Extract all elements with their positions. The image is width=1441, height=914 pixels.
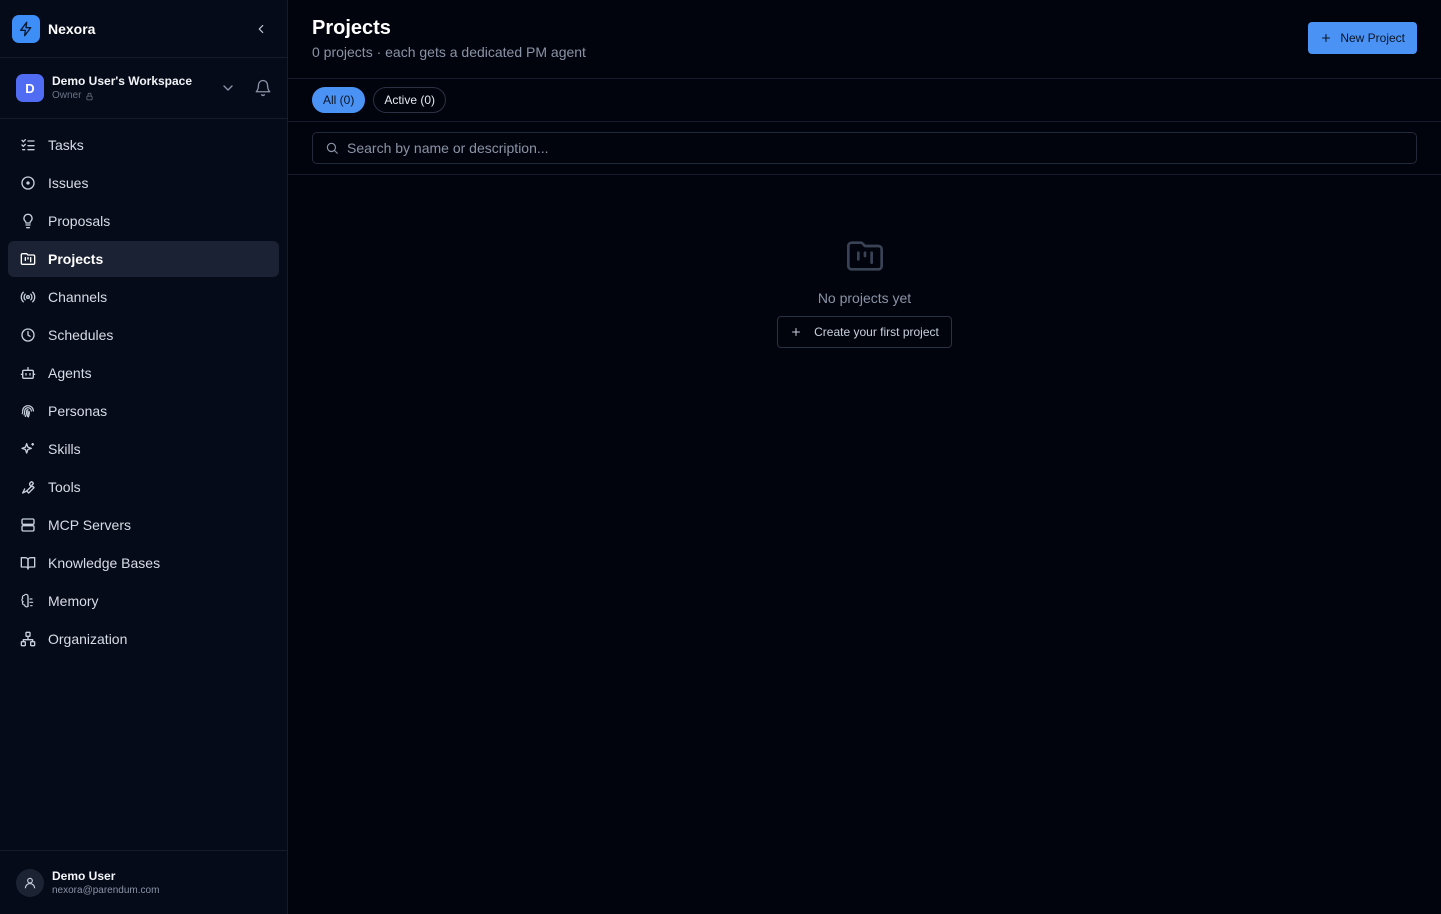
user-profile[interactable]: Demo User nexora@parendum.com bbox=[0, 850, 287, 914]
workspace-avatar: D bbox=[16, 74, 44, 102]
workspace-role-row: Owner bbox=[52, 89, 192, 103]
sidebar-item-label: Schedules bbox=[48, 327, 114, 343]
sidebar-item-schedules[interactable]: Schedules bbox=[8, 317, 279, 353]
search-bar bbox=[288, 122, 1441, 175]
sidebar-item-label: Organization bbox=[48, 631, 128, 647]
create-first-project-label: Create your first project bbox=[814, 325, 939, 339]
radio-icon bbox=[20, 289, 36, 305]
sidebar-item-organization[interactable]: Organization bbox=[8, 621, 279, 657]
workspace-role: Owner bbox=[52, 90, 82, 101]
sidebar-item-label: Skills bbox=[48, 441, 81, 457]
sidebar-item-mcp-servers[interactable]: MCP Servers bbox=[8, 507, 279, 543]
sidebar-nav: Tasks Issues Proposals Projects Channels… bbox=[0, 119, 287, 667]
workspace-switcher[interactable]: D Demo User's Workspace Owner bbox=[0, 58, 287, 119]
user-name: Demo User bbox=[52, 868, 116, 883]
chevron-down-icon[interactable] bbox=[220, 80, 236, 96]
folder-kanban-icon bbox=[846, 241, 883, 271]
sidebar-item-label: Proposals bbox=[48, 213, 111, 229]
sidebar-item-knowledge-bases[interactable]: Knowledge Bases bbox=[8, 545, 279, 581]
empty-state-text: No projects yet bbox=[817, 290, 912, 306]
issues-icon bbox=[20, 175, 36, 191]
sidebar-item-tasks[interactable]: Tasks bbox=[8, 127, 279, 163]
filter-tabs: All (0) Active (0) bbox=[288, 79, 1441, 122]
tasks-icon bbox=[20, 137, 36, 153]
tab-all[interactable]: All (0) bbox=[312, 87, 366, 113]
sidebar-item-label: MCP Servers bbox=[48, 517, 131, 533]
new-project-label: New Project bbox=[1340, 31, 1405, 45]
sidebar-item-tools[interactable]: Tools bbox=[8, 469, 279, 505]
user-icon bbox=[24, 877, 36, 888]
plus-icon bbox=[1322, 33, 1331, 43]
bell-icon[interactable] bbox=[254, 79, 272, 97]
folder-kanban-icon bbox=[20, 251, 36, 267]
sidebar-item-skills[interactable]: Skills bbox=[8, 431, 279, 467]
page-title: Projects bbox=[312, 17, 391, 39]
sidebar: Nexora D Demo User's Workspace Owner Tas… bbox=[0, 0, 288, 914]
brand-header: Nexora bbox=[0, 0, 287, 58]
sidebar-item-label: Memory bbox=[48, 593, 99, 609]
page-header: Projects 0 projects · each gets a dedica… bbox=[288, 0, 1441, 79]
org-chart-icon bbox=[20, 631, 36, 647]
sidebar-item-label: Projects bbox=[48, 251, 104, 267]
page-subtitle: 0 projects · each gets a dedicated PM ag… bbox=[312, 44, 586, 60]
sidebar-item-agents[interactable]: Agents bbox=[8, 355, 279, 391]
main-content: Projects 0 projects · each gets a dedica… bbox=[288, 0, 1441, 914]
sidebar-item-label: Issues bbox=[48, 175, 89, 191]
sidebar-item-proposals[interactable]: Proposals bbox=[8, 203, 279, 239]
collapse-sidebar-button[interactable] bbox=[251, 19, 271, 39]
user-email: nexora@parendum.com bbox=[52, 884, 160, 896]
tab-active[interactable]: Active (0) bbox=[373, 87, 447, 113]
sidebar-item-memory[interactable]: Memory bbox=[8, 583, 279, 619]
sidebar-item-label: Knowledge Bases bbox=[48, 555, 161, 571]
new-project-button[interactable]: New Project bbox=[1308, 22, 1417, 54]
sparkles-icon bbox=[20, 441, 36, 457]
book-icon bbox=[20, 555, 36, 571]
bot-icon bbox=[20, 365, 36, 381]
wrench-icon bbox=[20, 479, 36, 495]
sidebar-item-channels[interactable]: Channels bbox=[8, 279, 279, 315]
server-icon bbox=[20, 517, 36, 533]
zap-icon bbox=[12, 14, 40, 43]
sidebar-item-personas[interactable]: Personas bbox=[8, 393, 279, 429]
sidebar-item-label: Agents bbox=[48, 365, 92, 381]
sidebar-item-label: Tools bbox=[48, 479, 81, 495]
empty-state: No projects yet Create your first projec… bbox=[288, 236, 1441, 348]
chevron-left-icon bbox=[258, 24, 264, 34]
app-name: Nexora bbox=[48, 20, 96, 37]
create-first-project-button[interactable]: Create your first project bbox=[777, 316, 952, 348]
plus-icon bbox=[792, 328, 801, 336]
sidebar-item-projects[interactable]: Projects bbox=[8, 241, 279, 277]
brain-icon bbox=[20, 593, 36, 609]
workspace-name: Demo User's Workspace bbox=[52, 74, 193, 88]
search-box[interactable] bbox=[312, 132, 1417, 164]
fingerprint-icon bbox=[20, 403, 36, 419]
lightbulb-icon bbox=[20, 213, 36, 229]
sidebar-item-label: Channels bbox=[48, 289, 108, 305]
sidebar-item-label: Personas bbox=[48, 403, 108, 419]
avatar bbox=[16, 868, 44, 897]
search-input[interactable] bbox=[347, 140, 1404, 156]
sidebar-item-label: Tasks bbox=[48, 137, 84, 153]
search-icon bbox=[326, 142, 338, 154]
clock-icon bbox=[20, 327, 36, 343]
sidebar-item-issues[interactable]: Issues bbox=[8, 165, 279, 201]
lock-icon bbox=[86, 92, 93, 100]
